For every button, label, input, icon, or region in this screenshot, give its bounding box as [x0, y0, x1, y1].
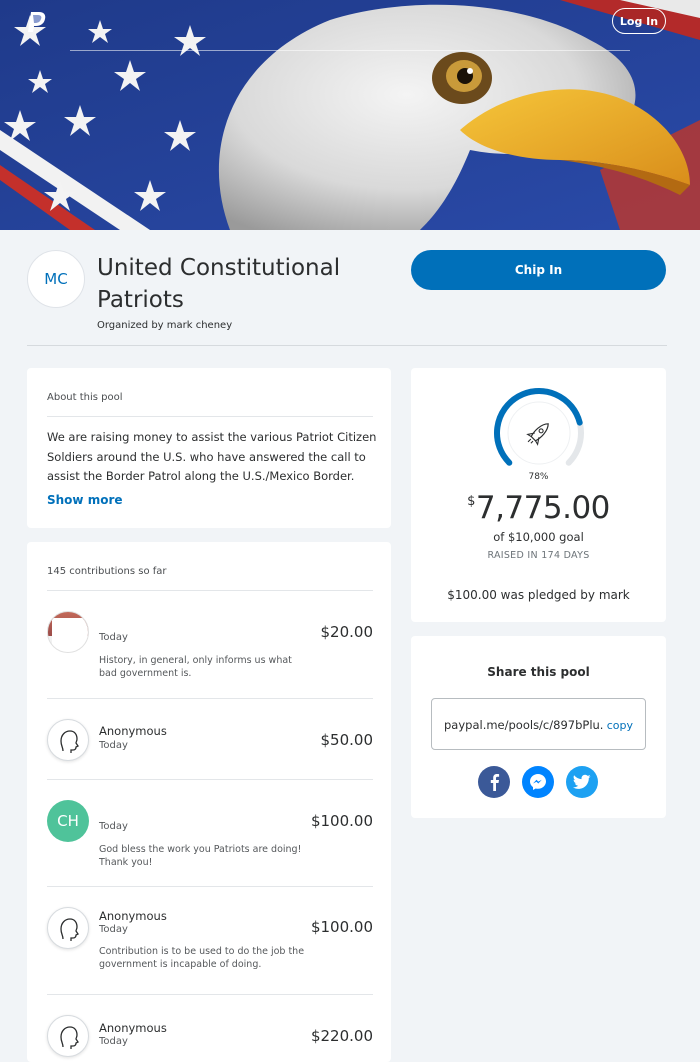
messenger-icon[interactable] — [522, 766, 554, 798]
share-link-text[interactable]: paypal.me/pools/c/897bPlu... — [444, 718, 604, 732]
contribution-date: Today — [99, 821, 128, 832]
raised-amount: $7,775.00 — [411, 490, 666, 526]
share-link-field[interactable]: paypal.me/pools/c/897bPlu... copy — [431, 698, 646, 750]
raised-value: 7,775.00 — [475, 490, 611, 526]
show-more-link[interactable]: Show more — [47, 493, 123, 507]
contribution-amount: $100.00 — [310, 918, 373, 936]
currency-symbol: $ — [467, 494, 475, 509]
contribution-message: God bless the work you Patriots are doin… — [99, 844, 302, 868]
about-text: We are raising money to assist the vario… — [47, 430, 377, 483]
anonymous-avatar-icon — [47, 719, 89, 761]
goal-text: of $10,000 goal — [493, 530, 584, 544]
contribution-amount: $100.00 — [310, 812, 373, 830]
twitter-icon[interactable] — [566, 766, 598, 798]
organizer-name: Organized by mark cheney — [97, 320, 233, 331]
share-title: Share this pool — [487, 665, 590, 679]
contribution-row: CH Today God bless the work you Patriots… — [47, 780, 373, 887]
facebook-icon[interactable] — [478, 766, 510, 798]
contribution-message: History, in general, only informs us wha… — [99, 655, 292, 679]
contributions-heading: 145 contributions so far — [47, 566, 167, 577]
contributor-name: Anonymous — [99, 724, 167, 738]
contribution-message: Contribution is to be used to do the job… — [99, 946, 305, 970]
contribution-date: Today — [99, 632, 128, 643]
pledged-text: $100.00 was pledged by mark — [447, 588, 630, 602]
contributions-card: 145 contributions so far Today History, … — [27, 542, 391, 1062]
hero-banner: Log In — [0, 0, 700, 230]
pool-title: United Constitutional Patriots — [97, 255, 341, 313]
about-card: About this pool We are raising money to … — [27, 368, 391, 528]
contribution-row: Anonymous Today $220.00 — [47, 995, 373, 1062]
contributor-name: Anonymous — [99, 909, 167, 923]
contribution-date: Today — [99, 740, 128, 751]
eagle-flag-image — [0, 0, 700, 230]
about-divider — [47, 416, 373, 417]
contribution-date: Today — [99, 1036, 128, 1047]
copy-link-button[interactable]: copy — [607, 719, 633, 732]
share-card: Share this pool paypal.me/pools/c/897bPl… — [411, 636, 666, 818]
anonymous-avatar-icon — [47, 907, 89, 949]
progress-percent: 78% — [528, 472, 549, 482]
contributor-name: Anonymous — [99, 1021, 167, 1035]
login-button[interactable]: Log In — [612, 8, 666, 34]
contribution-row: Today History, in general, only informs … — [47, 591, 373, 699]
contributor-avatar: CH — [47, 800, 89, 842]
contribution-date: Today — [99, 924, 128, 935]
paypal-logo-icon[interactable] — [26, 10, 48, 34]
header-divider — [27, 345, 667, 346]
contribution-amount: $20.00 — [320, 623, 374, 641]
chip-in-button[interactable]: Chip In — [411, 250, 666, 290]
about-heading: About this pool — [47, 392, 123, 403]
contribution-row: Anonymous Today Contribution is to be us… — [47, 887, 373, 995]
contribution-amount: $220.00 — [310, 1027, 373, 1045]
organizer-avatar: MC — [27, 250, 85, 308]
progress-gauge — [494, 388, 584, 466]
progress-card: 78% $7,775.00 of $10,000 goal RAISED IN … — [411, 368, 666, 622]
hero-divider — [70, 50, 630, 51]
anonymous-avatar-icon — [47, 1015, 89, 1057]
contribution-row: Anonymous Today $50.00 — [47, 699, 373, 780]
raised-days: RAISED IN 174 DAYS — [487, 550, 590, 561]
contribution-amount: $50.00 — [320, 731, 374, 749]
contributor-avatar — [47, 611, 89, 653]
